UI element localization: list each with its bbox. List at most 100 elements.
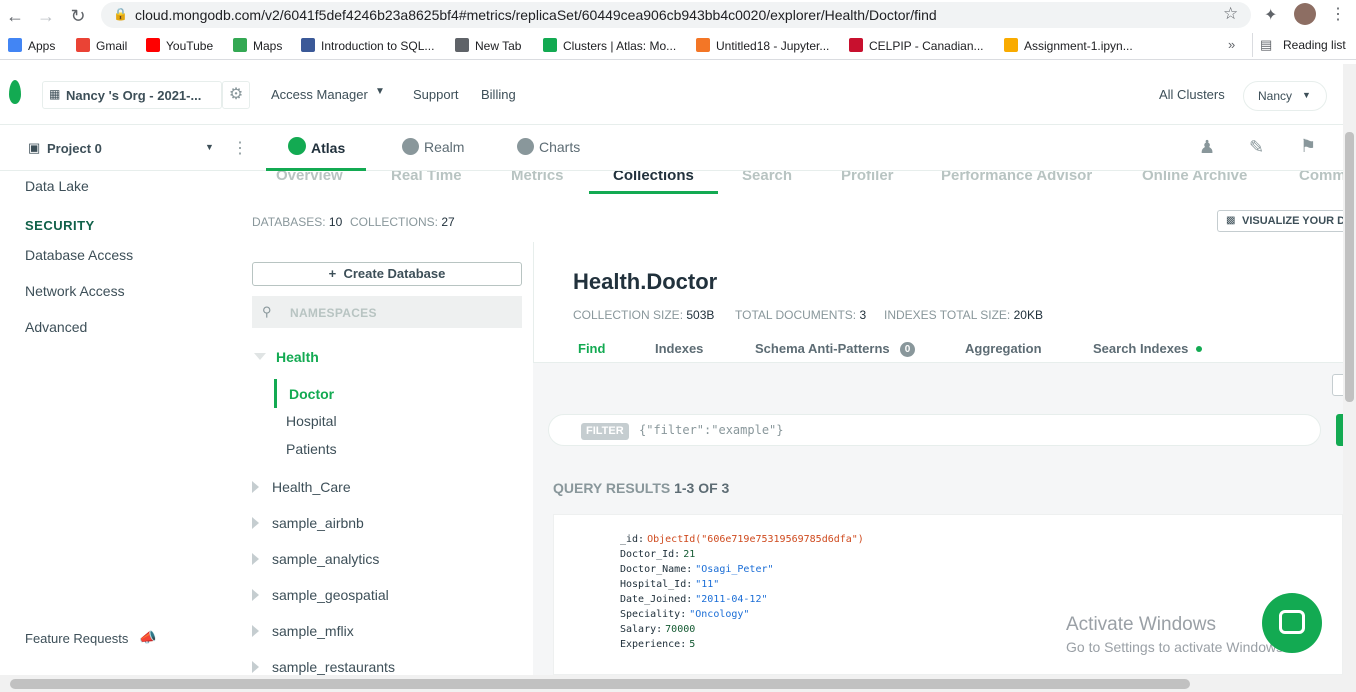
reading-list-icon: ▤ (1260, 37, 1273, 52)
caret-right-icon[interactable] (252, 661, 259, 673)
tab-find[interactable]: Find (578, 341, 605, 356)
user-menu[interactable]: Nancy ▼ (1243, 81, 1327, 111)
bookmark-label: Introduction to SQL... (321, 39, 435, 53)
caret-right-icon[interactable] (252, 553, 259, 565)
bookmark-label: New Tab (475, 39, 522, 53)
vertical-scroll-thumb[interactable] (1345, 132, 1354, 402)
bookmark-item[interactable]: Untitled18 - Jupyter... (696, 38, 829, 53)
collection-size: COLLECTION SIZE: 503B (573, 308, 715, 322)
field-value: 70000 (665, 624, 696, 635)
tab-indexes[interactable]: Indexes (655, 341, 703, 356)
browser-menu-icon[interactable]: ⋮ (1330, 4, 1346, 24)
mongodb-leaf-logo[interactable] (9, 80, 21, 104)
bookmark-item[interactable]: YouTube (146, 38, 213, 53)
collection-item-patients[interactable]: Patients (286, 441, 337, 457)
subnav-tab[interactable]: Performance Advisor (941, 171, 1092, 184)
db-item-health[interactable]: Health (276, 349, 319, 365)
bookmark-item[interactable]: Introduction to SQL... (301, 38, 434, 53)
sidebar-item-data-lake[interactable]: Data Lake (25, 178, 89, 194)
db-item[interactable]: sample_restaurants (272, 659, 395, 675)
support-link[interactable]: Support (413, 87, 459, 102)
caret-right-icon[interactable] (252, 589, 259, 601)
db-item[interactable]: sample_analytics (272, 551, 379, 567)
subnav-tab[interactable]: Collections (613, 171, 694, 184)
project-selector[interactable]: Project 0 (47, 141, 102, 156)
horizontal-scroll-thumb[interactable] (10, 679, 1190, 689)
bookmark-label: YouTube (166, 39, 214, 53)
invite-user-icon[interactable]: ♟ (1199, 137, 1215, 158)
create-database-button[interactable]: + Create Database (252, 262, 522, 286)
reload-icon[interactable]: ↻ (66, 4, 90, 28)
subnav-tab[interactable]: Profiler (841, 171, 894, 184)
subnav-tab[interactable]: Overview (276, 171, 343, 184)
subnav-tab[interactable]: Real Time (391, 171, 462, 184)
tab-atlas[interactable]: Atlas (266, 125, 366, 171)
field-key: Speciality: (620, 609, 687, 620)
collection-item-hospital[interactable]: Hospital (286, 413, 337, 429)
atlas-top-bar: ▦ Nancy 's Org - 2021-... ⚙ Access Manag… (0, 64, 1356, 125)
tab-charts[interactable]: Charts (515, 125, 595, 171)
document-field: Salary: 70000 (620, 624, 695, 635)
sidebar-item-network-access[interactable]: Network Access (25, 283, 125, 299)
subnav-tab[interactable]: Comm (1299, 171, 1343, 184)
realm-icon (402, 138, 419, 155)
address-bar[interactable]: 🔒 cloud.mongodb.com/v2/6041f5def4246b23a… (101, 2, 1251, 28)
notifications-bell-icon[interactable]: ⚑ (1300, 136, 1316, 157)
bookmark-item[interactable]: Assignment-1.ipyn... (1004, 38, 1133, 53)
collection-item-doctor[interactable]: Doctor (289, 386, 334, 402)
caret-right-icon[interactable] (252, 481, 259, 493)
caret-right-icon[interactable] (252, 625, 259, 637)
sidebar-item-advanced[interactable]: Advanced (25, 319, 87, 335)
forward-icon[interactable]: → (34, 4, 58, 28)
profile-avatar[interactable] (1294, 3, 1316, 25)
visualize-label: VISUALIZE YOUR D (1242, 215, 1343, 227)
activity-feed-icon[interactable]: ✎ (1249, 137, 1264, 158)
billing-link[interactable]: Billing (481, 87, 516, 102)
tab-aggregation[interactable]: Aggregation (965, 341, 1042, 356)
extensions-icon[interactable]: ✦ (1264, 5, 1277, 25)
db-item[interactable]: sample_geospatial (272, 587, 389, 603)
tab-search-indexes[interactable]: Search Indexes (1093, 341, 1188, 356)
namespace-search-input[interactable]: ⚲ NAMESPACES (252, 296, 522, 328)
access-manager-menu[interactable]: Access Manager (271, 87, 368, 102)
cluster-subnav: Overview Real Time Metrics Collections Searc… (240, 171, 1343, 195)
building-icon: ▦ (49, 87, 61, 101)
bookmark-favicon-icon (543, 38, 557, 52)
db-item[interactable]: Health_Care (272, 479, 351, 495)
bookmark-item[interactable]: Gmail (76, 38, 127, 53)
bookmark-favicon-icon (146, 38, 160, 52)
org-settings-gear-icon[interactable]: ⚙ (222, 81, 250, 109)
filter-input[interactable]: FILTER {"filter":"example"} (548, 414, 1321, 446)
caret-right-icon[interactable] (252, 517, 259, 529)
query-results-count: QUERY RESULTS 1-3 OF 3 (553, 480, 730, 496)
db-item[interactable]: sample_airbnb (272, 515, 364, 531)
subnav-tab[interactable]: Search (742, 171, 792, 184)
bookmark-label: Maps (253, 39, 283, 53)
star-icon[interactable]: ☆ (1223, 4, 1238, 24)
visualize-data-button[interactable]: ▩ VISUALIZE YOUR D (1217, 210, 1343, 232)
all-clusters-link[interactable]: All Clusters (1159, 87, 1225, 102)
db-item[interactable]: sample_mflix (272, 623, 354, 639)
more-bookmarks[interactable]: » (1228, 37, 1235, 52)
bookmark-item[interactable]: New Tab (455, 38, 521, 53)
feature-requests-link[interactable]: Feature Requests (25, 631, 128, 646)
subnav-tab[interactable]: Metrics (511, 171, 564, 184)
caret-down-icon[interactable] (254, 353, 266, 360)
org-selector[interactable]: ▦ Nancy 's Org - 2021-... (42, 81, 222, 109)
subnav-tab[interactable]: Online Archive (1142, 171, 1247, 184)
tab-realm[interactable]: Realm (400, 125, 480, 171)
bookmark-label: Assignment-1.ipyn... (1024, 39, 1133, 53)
bookmark-item[interactable]: Apps (8, 38, 55, 53)
bookmark-item[interactable]: CELPIP - Canadian... (849, 38, 984, 53)
bookmark-item[interactable]: Clusters | Atlas: Mo... (543, 38, 676, 53)
chevron-down-icon[interactable]: ▼ (205, 142, 214, 152)
bookmark-item[interactable]: Maps (233, 38, 282, 53)
sidebar-item-database-access[interactable]: Database Access (25, 247, 133, 263)
reading-list[interactable]: Reading list (1283, 38, 1346, 52)
field-key: Doctor_Id: (620, 549, 681, 560)
support-chat-button[interactable] (1262, 593, 1322, 653)
url-text: cloud.mongodb.com/v2/6041f5def4246b23a86… (135, 7, 937, 23)
tab-schema-anti-patterns[interactable]: Schema Anti-Patterns (755, 341, 890, 356)
project-options-icon[interactable]: ⋮ (232, 138, 248, 158)
back-icon[interactable]: ← (3, 4, 27, 28)
